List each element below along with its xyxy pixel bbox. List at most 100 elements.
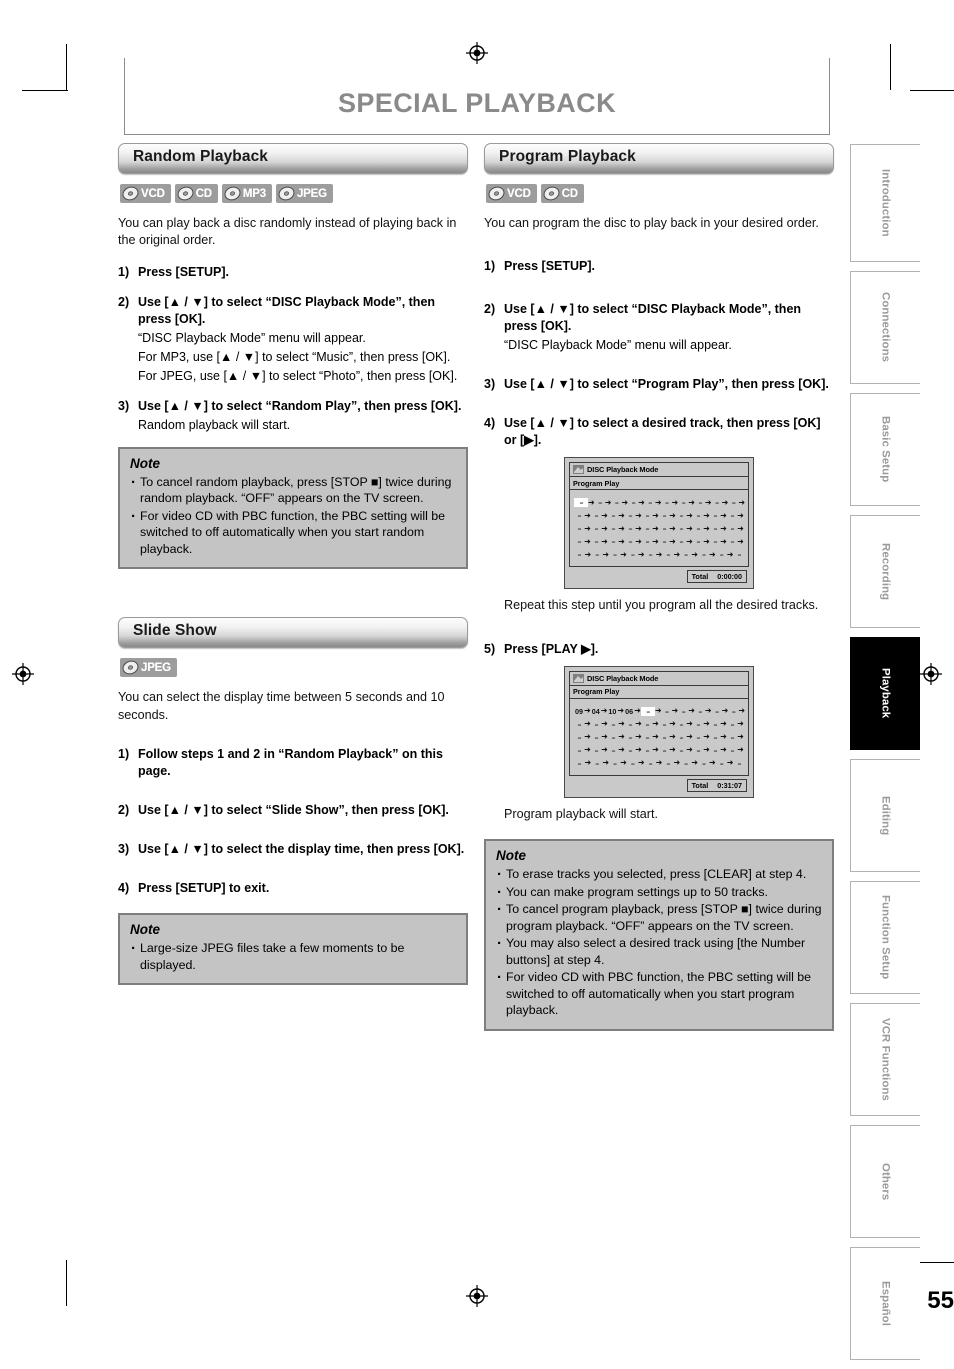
osd-program-cell[interactable]: --: [627, 759, 637, 766]
osd-program-cell[interactable]: 09: [574, 707, 584, 714]
osd-program-cell[interactable]: --: [642, 538, 652, 545]
osd-program-cell[interactable]: --: [659, 538, 669, 545]
osd-program-cell[interactable]: --: [591, 512, 601, 519]
osd-program-cell[interactable]: --: [676, 512, 686, 519]
osd-program-cell[interactable]: --: [716, 759, 726, 766]
osd-program-cell[interactable]: --: [659, 525, 669, 532]
sidebar-tab-recording[interactable]: Recording: [850, 515, 920, 628]
osd-program-cell[interactable]: --: [695, 499, 705, 506]
osd-program-cell[interactable]: --: [625, 538, 635, 545]
osd-program-cell[interactable]: --: [693, 720, 703, 727]
osd-program-cell[interactable]: --: [727, 733, 737, 740]
osd-program-cell[interactable]: --: [710, 512, 720, 519]
osd-program-cell[interactable]: --: [727, 720, 737, 727]
sidebar-tab-espanol[interactable]: Español: [850, 1247, 920, 1360]
osd-program-cell[interactable]: --: [727, 525, 737, 532]
osd-program-cell[interactable]: --: [642, 746, 652, 753]
osd-program-cell[interactable]: --: [681, 551, 691, 558]
sidebar-tab-editing[interactable]: Editing: [850, 759, 920, 872]
osd-program-cell[interactable]: --: [710, 538, 720, 545]
osd-program-cell[interactable]: --: [592, 551, 602, 558]
osd-program-cell[interactable]: --: [676, 720, 686, 727]
osd-program-cell[interactable]: --: [645, 759, 655, 766]
sidebar-tab-introduction[interactable]: Introduction: [850, 144, 920, 262]
osd-program-cell[interactable]: --: [642, 525, 652, 532]
osd-program-cell[interactable]: --: [591, 720, 601, 727]
osd-program-cell[interactable]: --: [608, 720, 618, 727]
osd-program-cell[interactable]: --: [710, 733, 720, 740]
osd-program-cell[interactable]: 04: [591, 707, 601, 714]
osd-program-cell[interactable]: --: [663, 551, 673, 558]
osd-program-cell[interactable]: --: [710, 720, 720, 727]
osd-program-cell[interactable]: --: [625, 733, 635, 740]
osd-program-cell[interactable]: --: [662, 707, 672, 714]
osd-program-cell[interactable]: --: [591, 538, 601, 545]
osd-program-cell[interactable]: --: [734, 759, 744, 766]
osd-program-cell[interactable]: --: [625, 525, 635, 532]
osd-program-cell[interactable]: --: [608, 746, 618, 753]
osd-program-cell[interactable]: --: [574, 525, 584, 532]
osd-program-cell[interactable]: --: [727, 512, 737, 519]
osd-program-cell[interactable]: --: [693, 525, 703, 532]
osd-program-cell[interactable]: --: [693, 733, 703, 740]
osd-program-cell[interactable]: --: [712, 499, 722, 506]
osd-program-cell[interactable]: --: [608, 525, 618, 532]
osd-program-cell[interactable]: --: [728, 707, 738, 714]
osd-program-cell[interactable]: --: [698, 759, 708, 766]
osd-program-cell[interactable]: --: [734, 551, 744, 558]
osd-program-cell[interactable]: --: [591, 746, 601, 753]
osd-program-cell[interactable]: --: [610, 551, 620, 558]
osd-program-cell[interactable]: --: [681, 759, 691, 766]
osd-program-cell[interactable]: --: [659, 512, 669, 519]
sidebar-tab-playback[interactable]: Playback: [850, 637, 920, 750]
osd-program-cell[interactable]: --: [663, 759, 673, 766]
osd-program-cell[interactable]: --: [659, 733, 669, 740]
osd-program-cell[interactable]: --: [716, 551, 726, 558]
osd-program-cell[interactable]: --: [642, 720, 652, 727]
osd-program-cell[interactable]: --: [645, 551, 655, 558]
sidebar-tab-connections[interactable]: Connections: [850, 271, 920, 384]
osd-program-cell[interactable]: --: [608, 733, 618, 740]
osd-program-cell[interactable]: --: [695, 707, 705, 714]
osd-program-cell[interactable]: --: [710, 746, 720, 753]
sidebar-tab-basic-setup[interactable]: Basic Setup: [850, 393, 920, 506]
osd-program-cell[interactable]: --: [642, 733, 652, 740]
osd-program-cell[interactable]: --: [676, 525, 686, 532]
osd-program-cell[interactable]: --: [728, 499, 738, 506]
osd-program-cell[interactable]: --: [693, 746, 703, 753]
osd-program-cell[interactable]: --: [659, 720, 669, 727]
osd-program-cell[interactable]: --: [592, 759, 602, 766]
osd-program-cell[interactable]: --: [574, 720, 584, 727]
osd-program-cell[interactable]: --: [727, 746, 737, 753]
osd-program-cell[interactable]: --: [676, 733, 686, 740]
osd-program-cell[interactable]: --: [727, 538, 737, 545]
sidebar-tab-others[interactable]: Others: [850, 1125, 920, 1238]
osd-program-cell[interactable]: --: [693, 538, 703, 545]
osd-program-cell[interactable]: --: [611, 499, 621, 506]
osd-program-cell[interactable]: --: [591, 525, 601, 532]
osd-program-cell[interactable]: --: [574, 512, 584, 519]
osd-program-cell[interactable]: --: [678, 707, 688, 714]
osd-program-cell[interactable]: --: [574, 733, 584, 740]
osd-program-cell[interactable]: --: [712, 707, 722, 714]
osd-program-cell[interactable]: --: [642, 512, 652, 519]
osd-program-cell[interactable]: 10: [607, 707, 617, 714]
osd-program-cell[interactable]: --: [625, 512, 635, 519]
osd-program-cell[interactable]: --: [608, 512, 618, 519]
sidebar-tab-function-setup[interactable]: Function Setup: [850, 881, 920, 994]
osd-program-cell-selected[interactable]: --: [640, 706, 655, 716]
osd-program-cell[interactable]: --: [574, 746, 584, 753]
osd-program-cell[interactable]: --: [610, 759, 620, 766]
osd-program-cell[interactable]: --: [625, 746, 635, 753]
osd-program-cell-selected[interactable]: --: [574, 498, 588, 508]
osd-program-cell[interactable]: --: [574, 538, 584, 545]
osd-program-cell[interactable]: --: [645, 499, 655, 506]
osd-program-cell[interactable]: --: [710, 525, 720, 532]
osd-program-cell[interactable]: --: [595, 499, 605, 506]
osd-program-cell[interactable]: --: [698, 551, 708, 558]
osd-program-cell[interactable]: --: [628, 499, 638, 506]
osd-program-cell[interactable]: --: [591, 733, 601, 740]
osd-program-cell[interactable]: --: [608, 538, 618, 545]
osd-program-cell[interactable]: --: [627, 551, 637, 558]
osd-program-cell[interactable]: --: [574, 551, 584, 558]
